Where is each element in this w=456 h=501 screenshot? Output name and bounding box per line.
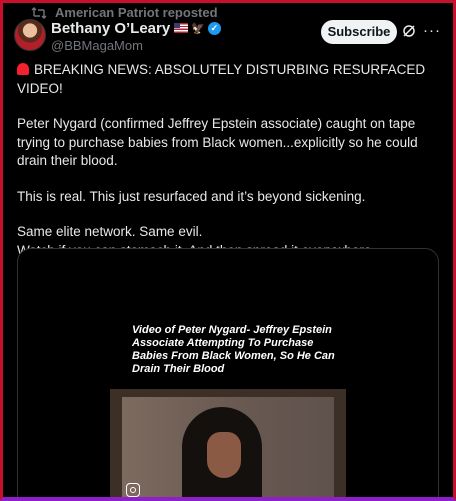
- video-thumbnail: [122, 397, 334, 497]
- post-paragraph-1: Peter Nygard (confirmed Jeffrey Epstein …: [17, 116, 418, 168]
- repost-icon: [31, 6, 47, 19]
- tweet-card: American Patriot reposted Bethany O’Lear…: [0, 0, 456, 501]
- author-name[interactable]: Bethany O’Leary: [51, 20, 170, 37]
- repost-indicator[interactable]: American Patriot reposted: [31, 5, 218, 20]
- avatar[interactable]: [14, 19, 46, 51]
- post-body: BREAKING NEWS: ABSOLUTELY DISTURBING RES…: [17, 61, 437, 277]
- video-caption: Video of Peter Nygard- Jeffrey Epstein A…: [132, 324, 335, 375]
- eagle-icon: 🦅: [191, 22, 205, 35]
- author-handle[interactable]: @BBMagaMom: [51, 38, 221, 53]
- verified-badge-icon[interactable]: ✓: [207, 21, 221, 35]
- video-frame[interactable]: [110, 389, 346, 497]
- post-headline: BREAKING NEWS: ABSOLUTELY DISTURBING RES…: [17, 62, 426, 96]
- us-flag-icon: [174, 23, 189, 33]
- siren-icon: [17, 63, 29, 75]
- person-face: [207, 432, 241, 478]
- more-icon[interactable]: ···: [423, 22, 441, 39]
- author-block: Bethany O’Leary 🦅 ✓ @BBMagaMom: [51, 19, 221, 53]
- repost-label: American Patriot reposted: [55, 5, 218, 20]
- instagram-icon: [126, 483, 140, 497]
- grok-icon[interactable]: [402, 24, 416, 38]
- video-media[interactable]: Video of Peter Nygard- Jeffrey Epstein A…: [17, 248, 439, 497]
- subscribe-button[interactable]: Subscribe: [321, 20, 397, 44]
- post-paragraph-2: This is real. This just resurfaced and i…: [17, 188, 366, 204]
